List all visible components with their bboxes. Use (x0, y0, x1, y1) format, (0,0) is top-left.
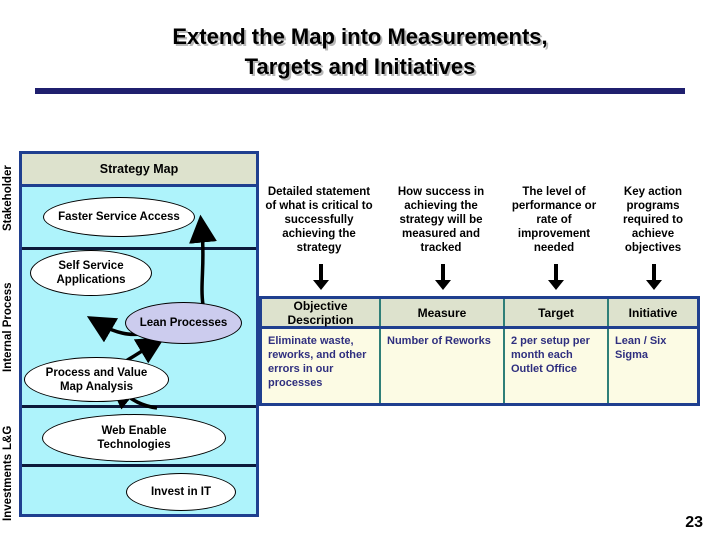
slide-canvas: Extend the Map into Measurements, Target… (0, 0, 720, 540)
down-arrow-measure-icon (435, 264, 451, 290)
column-description-target: The level of performance or rate of impr… (511, 186, 597, 254)
title-underline-rule (35, 88, 685, 94)
table-header-initiative: Initiative (628, 305, 678, 320)
node-invest-in-it[interactable]: Invest in IT (126, 473, 236, 511)
node-web-enable-technologies[interactable]: Web Enable Technologies (42, 414, 226, 462)
perspective-label-investments: Investments (2, 453, 14, 522)
table-header-measure: Measure (381, 299, 505, 326)
node-label: Invest in IT (150, 486, 212, 498)
column-description-objective: Detailed statement of what is critical t… (265, 186, 373, 254)
node-self-service-applications[interactable]: Self Service Applications (30, 250, 152, 296)
node-label: Lean Processes (139, 317, 228, 329)
down-arrow-initiative-icon (646, 264, 662, 290)
table-header-objective-description: Objective Description (262, 299, 381, 327)
page-title: Extend the Map into Measurements, Target… (60, 22, 660, 82)
node-label: Faster Service Access (58, 211, 180, 223)
page-title-line2: Targets and Initiatives (244, 54, 476, 79)
strategy-map-panel: Strategy Map Faster Service Access Self … (19, 151, 259, 517)
node-process-and-value-map-analysis[interactable]: Process and Value Map Analysis (24, 357, 169, 402)
table-cell-objective-description: Eliminate waste, reworks, and other erro… (262, 329, 381, 403)
down-arrow-target-icon (548, 264, 564, 290)
node-faster-service-access[interactable]: Faster Service Access (43, 197, 195, 237)
table-header-target: Target (505, 299, 609, 326)
node-label-line2: Technologies (97, 439, 171, 451)
table-header-row: Objective Description Measure Target Ini… (262, 299, 697, 329)
perspective-label-stakeholder: Stakeholder (2, 165, 14, 231)
table-row: Eliminate waste, reworks, and other erro… (262, 329, 697, 403)
down-arrow-objective-icon (313, 264, 329, 290)
objectives-table: Objective Description Measure Target Ini… (259, 296, 700, 406)
node-lean-processes[interactable]: Lean Processes (125, 302, 242, 344)
node-label-line1: Web Enable (101, 425, 167, 437)
table-cell-target: 2 per setup per month each Outlet Office (505, 329, 609, 403)
page-title-line1: Extend the Map into Measurements, (172, 24, 548, 49)
perspective-label-internal-process: Internal Process (2, 282, 14, 373)
table-cell-measure: Number of Reworks (381, 329, 505, 403)
page-number: 23 (685, 514, 703, 531)
node-label-line2: Map Analysis (59, 380, 134, 393)
column-description-measure: How success in achieving the strategy wi… (397, 186, 485, 254)
node-label-line1: Process and Value (45, 366, 148, 379)
table-cell-initiative: Lean / Six Sigma (615, 335, 667, 361)
node-label-line1: Self Service (58, 260, 124, 272)
column-description-initiative: Key action programs required to achieve … (622, 186, 684, 254)
node-label-line2: Applications (56, 274, 126, 286)
